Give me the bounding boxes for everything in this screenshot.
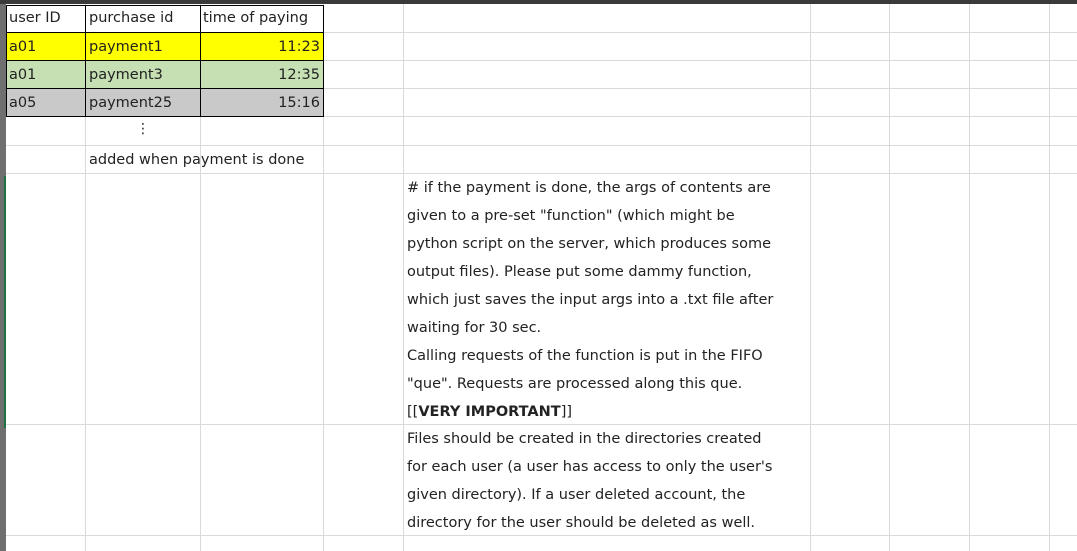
description-block-2[interactable]: Files should be created in the directori… [404, 425, 810, 537]
description-line: waiting for 30 sec. [407, 320, 542, 336]
continuation-ellipsis: ⋮ [136, 121, 150, 137]
description-line: output files). Please put some dammy fun… [407, 264, 752, 280]
cell-user-id[interactable]: a01 [6, 61, 86, 89]
cell-time-of-paying[interactable]: 11:23 [200, 33, 323, 61]
header-purchase-id[interactable]: purchase id [86, 5, 200, 32]
description-line: python script on the server, which produ… [407, 236, 772, 252]
window-top-border [0, 0, 1077, 4]
description-line: given to a pre-set "function" (which mig… [407, 208, 735, 224]
description-line: given directory). If a user deleted acco… [407, 487, 746, 503]
important-close-bracket: ]] [560, 404, 573, 420]
header-user-id[interactable]: user ID [6, 5, 86, 32]
description-block[interactable]: # if the payment is done, the args of co… [404, 174, 810, 426]
cell-purchase-id[interactable]: payment3 [86, 61, 200, 89]
description-line: Files should be created in the directori… [407, 431, 762, 447]
description-line: "que". Requests are processed along this… [407, 376, 743, 392]
cell-time-of-paying[interactable]: 12:35 [200, 61, 323, 89]
table-note[interactable]: added when payment is done [86, 146, 304, 174]
important-line: [[VERY IMPORTANT]] [407, 398, 810, 426]
cell-purchase-id[interactable]: payment25 [86, 89, 200, 117]
header-time-of-paying[interactable]: time of paying [200, 5, 323, 32]
row-selection-indicator [4, 176, 6, 428]
description-line: which just saves the input args into a .… [407, 292, 774, 308]
description-line: for each user (a user has access to only… [407, 459, 773, 475]
important-label: VERY IMPORTANT [418, 404, 561, 420]
cell-purchase-id[interactable]: payment1 [86, 33, 200, 61]
description-line: directory for the user should be deleted… [407, 515, 756, 531]
cell-time-of-paying[interactable]: 15:16 [200, 89, 323, 117]
important-open-bracket: [[ [407, 404, 419, 420]
cell-user-id[interactable]: a01 [6, 33, 86, 61]
cell-user-id[interactable]: a05 [6, 89, 86, 117]
description-line: # if the payment is done, the args of co… [407, 180, 771, 196]
description-line: Calling requests of the function is put … [407, 348, 763, 364]
